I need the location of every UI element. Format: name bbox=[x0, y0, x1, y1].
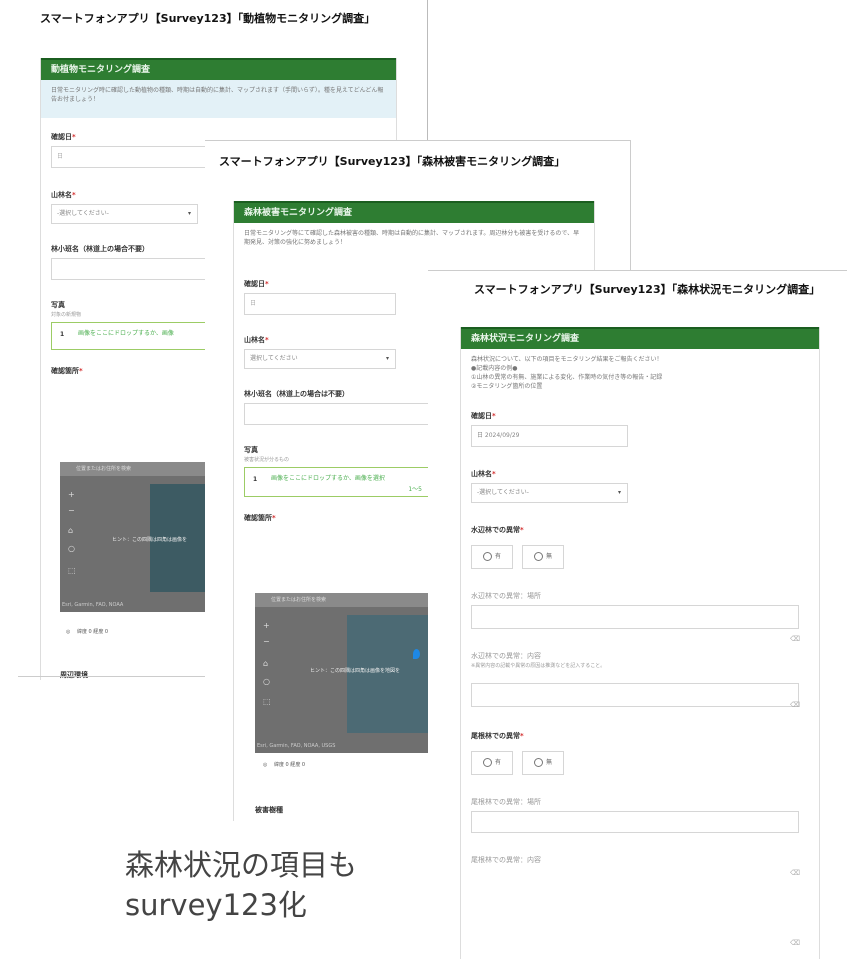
radio-circle-icon bbox=[482, 758, 492, 767]
road-input[interactable] bbox=[244, 403, 451, 425]
drop-text: 画像をここにドロップするか、画像を選択 bbox=[271, 475, 385, 482]
riparian-location-label: 水辺林での異常：場所 bbox=[471, 592, 541, 600]
ridge-anomaly-label: 尾根林での異常* bbox=[471, 732, 524, 740]
locate-icon[interactable]: ○ bbox=[263, 677, 270, 686]
survey-form: 森林状況モニタリング調査 森林状況について、以下の項目をモニタリング結果をご報告… bbox=[460, 327, 820, 959]
form-description: 日常モニタリング等にて確認した森林被害の種類、時期は自動的に集計、マップされます… bbox=[244, 230, 580, 246]
date-input[interactable]: 日 bbox=[51, 146, 208, 168]
zoom-out-icon[interactable]: − bbox=[263, 637, 270, 646]
map-attribution: Esri, Garmin, FAO, NOAA, USGS bbox=[257, 743, 336, 749]
map-hint: ヒント：この四隅は四角は画像を bbox=[112, 537, 188, 543]
drop-text: 画像をここにドロップするか、画像 bbox=[78, 330, 174, 337]
radio-yes[interactable]: 有 bbox=[471, 751, 513, 775]
description-line: 森林状況について、以下の項目をモニタリング結果をご報告ください！ bbox=[471, 356, 663, 363]
chevron-down-icon: ▾ bbox=[385, 355, 389, 362]
zoom-in-icon[interactable]: + bbox=[68, 490, 75, 499]
damage-species-label: 被害樹種 bbox=[255, 806, 283, 814]
clear-icon[interactable]: ⌫ bbox=[790, 939, 800, 947]
riparian-location-input[interactable] bbox=[471, 605, 799, 629]
map-coordinates: ◎ 緯度 0 経度 0 bbox=[66, 629, 109, 635]
map-attribution: Esri, Garmin, FAO, NOAA bbox=[62, 602, 124, 608]
panel-forest-status-survey: スマートフォンアプリ【Survey123】「森林状況モニタリング調査」 森林状況… bbox=[428, 270, 847, 959]
date-label: 確認日* bbox=[471, 412, 496, 420]
clear-icon[interactable]: ⌫ bbox=[790, 635, 800, 643]
radio-no[interactable]: 無 bbox=[522, 545, 565, 569]
description-line: ②モニタリング箇所の位置 bbox=[471, 383, 543, 390]
panel-title: スマートフォンアプリ【Survey123】「動植物モニタリング調査」 bbox=[40, 12, 376, 25]
date-input[interactable]: 日 2024/09/29 bbox=[471, 425, 628, 447]
panel-title: スマートフォンアプリ【Survey123】「森林被害モニタリング調査」 bbox=[219, 155, 566, 168]
home-icon[interactable]: ⌂ bbox=[263, 659, 268, 668]
caption: 森林状況の項目も survey123化 bbox=[125, 845, 357, 925]
map-search-bar[interactable]: 位置またはお住所を検索 bbox=[255, 593, 430, 607]
form-description: 日常モニタリング時に確認した動植物の種類、時期は自動的に集計、マップされます（手… bbox=[41, 80, 396, 118]
riparian-content-sublabel: ※異常内容の記載や異常の原因は推測などを記入すること。 bbox=[471, 663, 606, 669]
home-icon[interactable]: ⌂ bbox=[68, 526, 73, 535]
riparian-content-input[interactable] bbox=[471, 683, 799, 707]
radio-no[interactable]: 無 bbox=[522, 751, 565, 775]
radio-circle-icon bbox=[534, 552, 544, 561]
area-select[interactable]: -選択してください- ▾ bbox=[471, 483, 628, 503]
fullscreen-icon[interactable]: ⬚ bbox=[263, 697, 271, 706]
chevron-down-icon: ▾ bbox=[617, 489, 621, 496]
panel-title: スマートフォンアプリ【Survey123】「森林状況モニタリング調査」 bbox=[474, 283, 821, 296]
form-header: 森林状況モニタリング調査 bbox=[461, 327, 819, 349]
radio-circle-icon bbox=[534, 758, 544, 767]
clear-icon[interactable]: ⌫ bbox=[790, 869, 800, 877]
chevron-down-icon: ▾ bbox=[187, 210, 191, 217]
map-coordinates: ◎ 緯度 0 経度 0 bbox=[263, 762, 306, 768]
area-label: 山林名* bbox=[471, 470, 496, 478]
location-map[interactable]: 位置またはお住所を検索 + − ⌂ ○ ⬚ ヒント：この四隅は四角は画像を地図を… bbox=[255, 593, 430, 753]
map-hint: ヒント：この四隅は四角は画像を地図を bbox=[310, 668, 401, 674]
ridge-location-input[interactable] bbox=[471, 811, 799, 833]
map-globe bbox=[347, 615, 430, 733]
drop-number: 1 bbox=[60, 331, 65, 338]
zoom-out-icon[interactable]: − bbox=[68, 506, 75, 515]
form-header: 動植物モニタリング調査 bbox=[41, 58, 396, 80]
ridge-location-label: 尾根林での異常：場所 bbox=[471, 798, 541, 806]
radio-circle-icon bbox=[482, 552, 492, 561]
locate-icon[interactable]: ○ bbox=[68, 544, 75, 553]
description-line: ●記載内容の例● bbox=[471, 365, 518, 372]
map-pin-icon[interactable] bbox=[413, 649, 420, 659]
date-input[interactable]: 日 bbox=[244, 293, 396, 315]
ridge-content-label: 尾根林での異常：内容 bbox=[471, 856, 541, 864]
zoom-in-icon[interactable]: + bbox=[263, 621, 270, 630]
description-line: ①山林の異常の有無、施業による変化、作業時の気付き等の報告・記録 bbox=[471, 374, 663, 381]
fullscreen-icon[interactable]: ⬚ bbox=[68, 566, 76, 575]
area-select[interactable]: -選択してください- ▾ bbox=[51, 204, 198, 224]
area-select[interactable]: 選択してください ▾ bbox=[244, 349, 396, 369]
riparian-anomaly-label: 水辺林での異常* bbox=[471, 526, 524, 534]
drop-count: 1～5 bbox=[408, 486, 422, 493]
drop-number: 1 bbox=[253, 476, 258, 483]
form-header: 森林被害モニタリング調査 bbox=[234, 201, 594, 223]
caption-line-1: 森林状況の項目も bbox=[125, 848, 358, 882]
radio-yes[interactable]: 有 bbox=[471, 545, 513, 569]
form-description: 森林状況について、以下の項目をモニタリング結果をご報告ください！ ●記載内容の例… bbox=[461, 349, 819, 401]
caption-line-2: survey123化 bbox=[125, 888, 307, 922]
photo-dropzone[interactable]: 1 画像をここにドロップするか、画像を選択 1～5 bbox=[244, 467, 431, 497]
riparian-content-label: 水辺林での異常：内容 bbox=[471, 652, 541, 660]
panel1-bottom-edge bbox=[18, 676, 218, 677]
environment-label: 周辺環境 bbox=[60, 671, 88, 679]
clear-icon[interactable]: ⌫ bbox=[790, 701, 800, 709]
